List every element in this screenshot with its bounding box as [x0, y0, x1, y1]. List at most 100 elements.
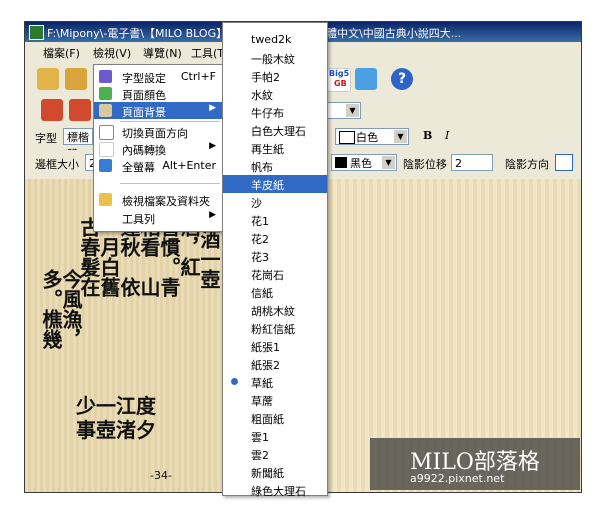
- big5-gb-icon: [99, 142, 114, 157]
- background-option-label: 再生紙: [251, 143, 284, 156]
- menu-item-browse-files[interactable]: 檢視檔案及資料夾: [94, 191, 222, 208]
- background-option[interactable]: 雲1: [223, 427, 327, 445]
- background-option[interactable]: 牛仔布: [223, 103, 327, 121]
- background-option-label: 花1: [251, 215, 269, 228]
- open-folder-icon[interactable]: [37, 68, 59, 90]
- shadow-direction-select[interactable]: [555, 154, 573, 171]
- open-file-icon[interactable]: [65, 68, 87, 90]
- background-option[interactable]: 白色大理石: [223, 121, 327, 139]
- menu-item-encoding[interactable]: 內碼轉換 ▶: [94, 140, 222, 157]
- background-option-label: 花崗石: [251, 269, 284, 282]
- chevron-down-icon: ▼: [346, 104, 359, 117]
- menu-item-fullscreen[interactable]: 全螢幕 Alt+Enter: [94, 157, 222, 174]
- background-option-label: 花2: [251, 233, 269, 246]
- background-option-label: 胡桃木紋: [251, 305, 295, 318]
- background-option-label: 粗面紙: [251, 413, 284, 426]
- background-option[interactable]: 紙張1: [223, 337, 327, 355]
- background-option[interactable]: 帆布: [223, 157, 327, 175]
- background-option-label: 牛仔布: [251, 107, 284, 120]
- background-option-label: 水紋: [251, 89, 273, 102]
- palette-icon: [99, 87, 112, 100]
- background-option[interactable]: 花2: [223, 229, 327, 247]
- page-direction-icon: [99, 125, 114, 140]
- background-option[interactable]: 花崗石: [223, 265, 327, 283]
- background-option[interactable]: 花3: [223, 247, 327, 265]
- menu-separator: [120, 183, 220, 184]
- text-line: 事壺渚夕: [76, 418, 156, 442]
- background-option[interactable]: 花1: [223, 211, 327, 229]
- app-icon: [29, 25, 44, 40]
- submenu-arrow-icon: ▶: [209, 141, 216, 151]
- menu-item-toggle-direction[interactable]: 切換頁面方向: [94, 123, 222, 140]
- background-option-label: twed2k: [251, 33, 292, 46]
- background-option[interactable]: 羊皮紙: [223, 175, 327, 193]
- menu-view[interactable]: 檢視(V): [93, 45, 131, 61]
- font-select[interactable]: 標楷體: [63, 128, 93, 161]
- background-option-label: 一般木紋: [251, 53, 295, 66]
- background-option[interactable]: 新聞紙: [223, 463, 327, 481]
- bold-button[interactable]: B: [423, 129, 432, 142]
- background-submenu: twed2k 一般木紋手帕2 水紋牛仔布白色大理石再生紙帆布羊皮紙沙花1 花2 花3 花崗…: [222, 22, 328, 499]
- page-number: -34-: [150, 469, 172, 482]
- menu-separator: [120, 121, 220, 122]
- background-option[interactable]: 水紋: [223, 85, 327, 103]
- watermark-url: a9922.pixnet.net: [410, 472, 505, 485]
- shadow-color-select[interactable]: 黑色 ▼: [331, 154, 397, 171]
- color-swatch: [335, 157, 347, 168]
- background-option-label: 手帕2: [251, 71, 280, 84]
- background-option[interactable]: twed2k: [223, 31, 327, 49]
- menu-file[interactable]: 檔案(F): [43, 45, 80, 61]
- back-icon[interactable]: [41, 99, 63, 121]
- edit-icon[interactable]: [355, 68, 377, 90]
- menu-item-page-color[interactable]: 頁面顏色: [94, 85, 222, 102]
- background-icon: [99, 104, 112, 117]
- background-option[interactable]: 沙: [223, 193, 327, 211]
- shadow-offset-label: 陰影位移: [403, 158, 447, 171]
- background-option[interactable]: 胡桃木紋: [223, 301, 327, 319]
- color-swatch: [339, 131, 355, 144]
- background-option[interactable]: 綠色大理石: [223, 481, 327, 499]
- italic-button[interactable]: I: [445, 129, 449, 142]
- big5-gb-convert-button[interactable]: Big5 GB: [327, 68, 351, 92]
- background-option[interactable]: 草紙: [223, 373, 327, 391]
- menu-item-font-settings[interactable]: 字型設定 Ctrl+F: [94, 68, 222, 85]
- background-option-label: 雲1: [251, 431, 269, 444]
- background-option-label: 帆布: [251, 161, 273, 174]
- background-option[interactable]: 粗面紙: [223, 409, 327, 427]
- help-icon[interactable]: ?: [391, 68, 413, 90]
- blog-watermark: MILO部落格 a9922.pixnet.net: [370, 438, 580, 490]
- forward-icon[interactable]: [69, 99, 91, 121]
- menu-navigate[interactable]: 導覽(N): [143, 45, 182, 61]
- background-option[interactable]: 信紙: [223, 283, 327, 301]
- background-option-label: 白色大理石: [251, 125, 306, 138]
- background-option[interactable]: 粉紅信紙: [223, 319, 327, 337]
- background-option-label: 草紙: [251, 377, 273, 390]
- background-option-label: 紙張1: [251, 341, 280, 354]
- background-option-label: 粉紅信紙: [251, 323, 295, 336]
- font-color-select[interactable]: 白色 ▼: [335, 128, 409, 145]
- text-line: 少一江度: [76, 394, 156, 418]
- background-option-label: 雲2: [251, 449, 269, 462]
- font-icon: [99, 70, 112, 83]
- menu-item-page-background[interactable]: 頁面背景 ▶: [94, 102, 222, 119]
- radio-check-icon: [231, 378, 238, 385]
- text-column: 多。樵幾: [39, 269, 63, 349]
- background-option-label: 綠色大理石: [251, 485, 306, 498]
- background-option[interactable]: 雲2: [223, 445, 327, 463]
- background-option[interactable]: 再生紙: [223, 139, 327, 157]
- background-option[interactable]: 紙張2: [223, 355, 327, 373]
- background-option-label: 新聞紙: [251, 467, 284, 480]
- chevron-down-icon: ▼: [394, 130, 407, 143]
- shadow-offset-select[interactable]: 2: [451, 154, 493, 171]
- view-menu: 字型設定 Ctrl+F 頁面顏色 頁面背景 ▶ 切換頁面方向 內碼轉換 ▶ 全螢…: [93, 64, 223, 232]
- font-label: 字型: [35, 132, 57, 145]
- background-option-label: 羊皮紙: [251, 179, 284, 192]
- background-option-label: 草蓆: [251, 395, 273, 408]
- background-option[interactable]: 一般木紋: [223, 49, 327, 67]
- menu-item-toolbar[interactable]: 工具列 ▶: [94, 209, 222, 226]
- background-option[interactable]: 手帕2: [223, 67, 327, 85]
- chevron-down-icon: ▼: [382, 156, 395, 169]
- shadow-direction-label: 陰影方向: [505, 158, 549, 171]
- folder-icon: [99, 193, 112, 206]
- background-option[interactable]: 草蓆: [223, 391, 327, 409]
